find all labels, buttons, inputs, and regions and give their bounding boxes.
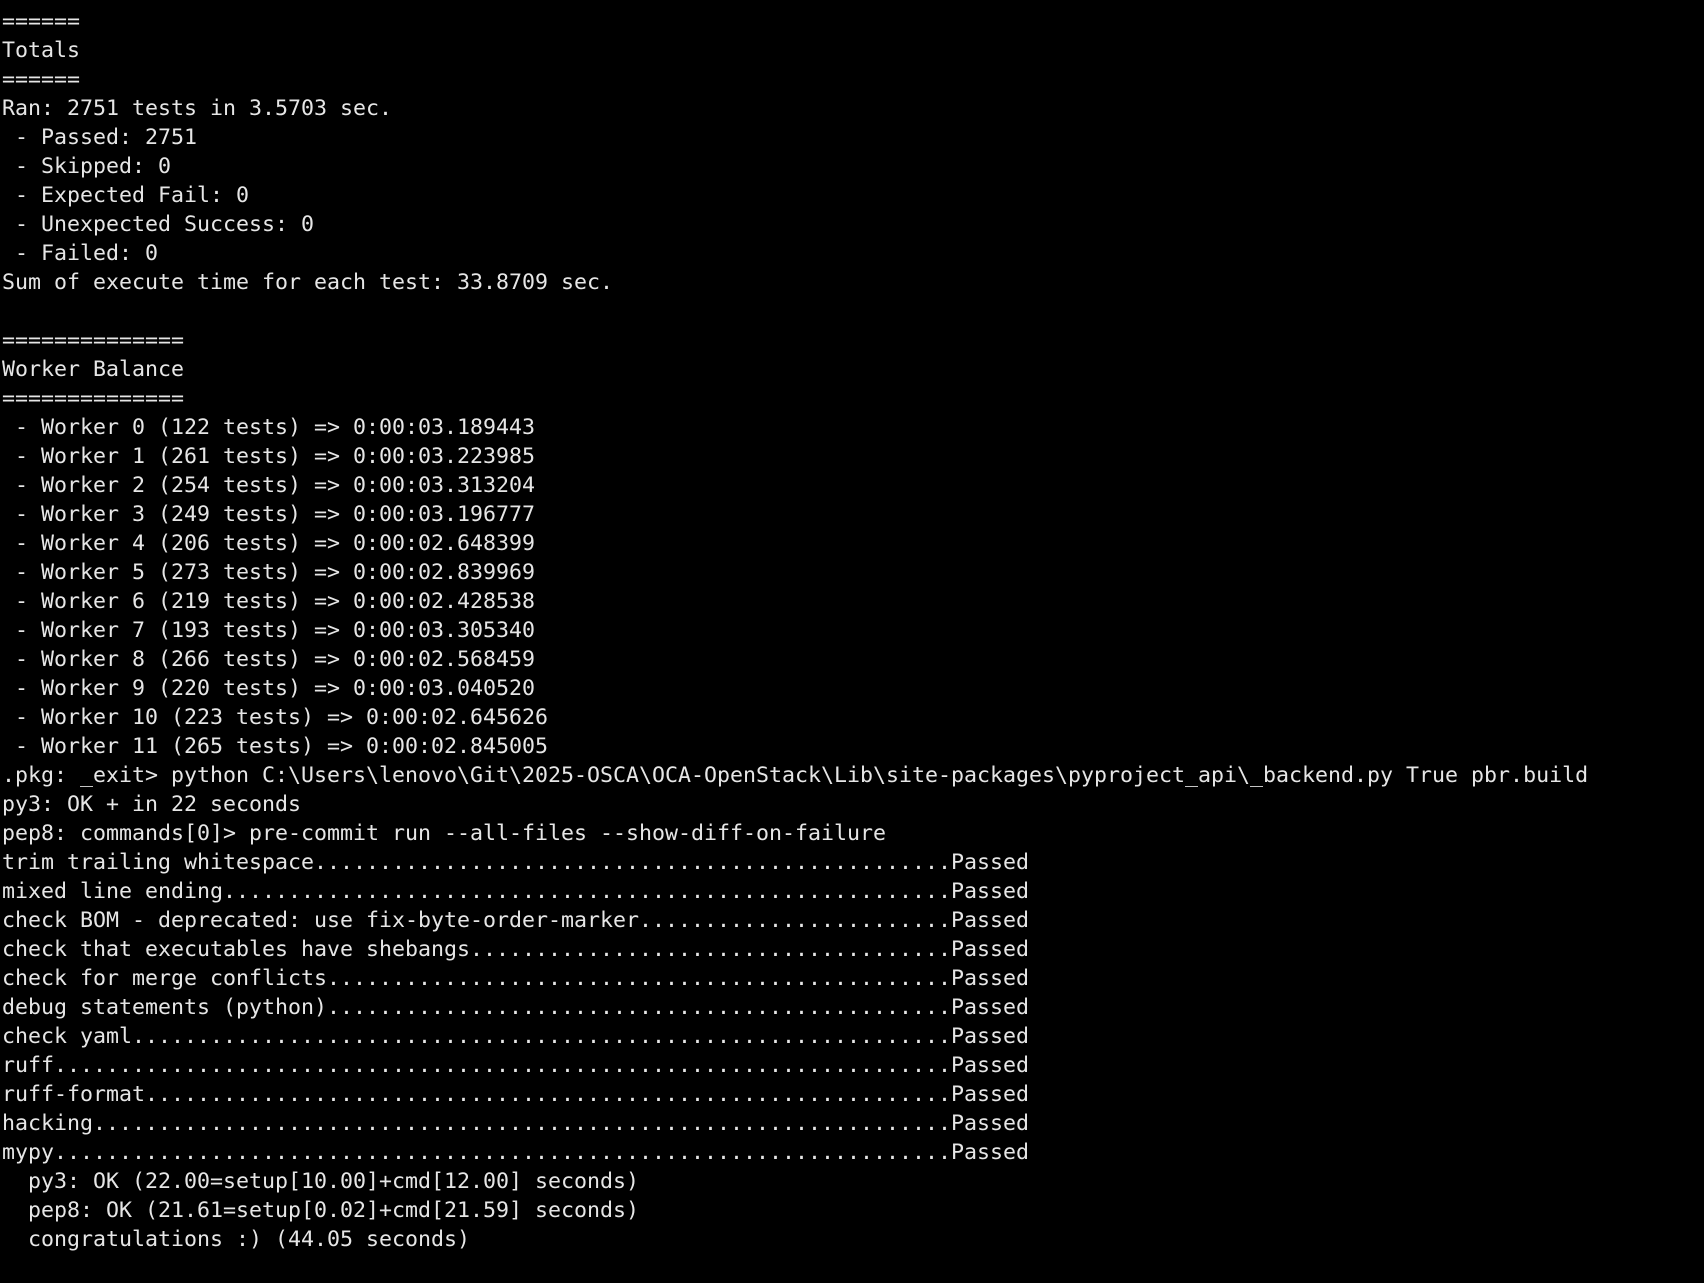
terminal-line: hacking.................................… [2,1111,1030,1136]
terminal-line: py3: OK (22.00=setup[10.00]+cmd[12.00] s… [2,1169,640,1194]
terminal-line: - Worker 3 (249 tests) => 0:00:03.196777 [2,502,536,527]
terminal-line: ruff-format.............................… [2,1082,1030,1107]
terminal-line: check for merge conflicts...............… [2,966,1030,991]
terminal-line: - Worker 6 (219 tests) => 0:00:02.428538 [2,589,536,614]
terminal-line: .pkg: _exit> python C:\Users\lenovo\Git\… [2,763,1589,788]
terminal-line: ====== [2,67,81,92]
terminal-line: - Worker 4 (206 tests) => 0:00:02.648399 [2,531,536,556]
terminal-line: debug statements (python)...............… [2,995,1030,1020]
terminal-line: Ran: 2751 tests in 3.5703 sec. [2,96,393,121]
terminal-line: - Expected Fail: 0 [2,183,250,208]
terminal-line: check that executables have shebangs....… [2,937,1030,962]
terminal-line: ============== [2,328,185,353]
terminal-line: check yaml..............................… [2,1024,1030,1049]
terminal-line: pep8: commands[0]> pre-commit run --all-… [2,821,887,846]
terminal-line: - Worker 8 (266 tests) => 0:00:02.568459 [2,647,536,672]
terminal-line: - Passed: 2751 [2,125,198,150]
terminal-line: - Worker 2 (254 tests) => 0:00:03.313204 [2,473,536,498]
terminal-line: congratulations :) (44.05 seconds) [2,1227,471,1252]
terminal-line: - Skipped: 0 [2,154,172,179]
terminal-line: - Worker 0 (122 tests) => 0:00:03.189443 [2,415,536,440]
terminal-line: - Worker 9 (220 tests) => 0:00:03.040520 [2,676,536,701]
terminal-line: Sum of execute time for each test: 33.87… [2,270,614,295]
terminal-line: mypy....................................… [2,1140,1030,1165]
terminal-output[interactable]: ====== Totals ====== Ran: 2751 tests in … [0,0,1704,1263]
terminal-line: - Failed: 0 [2,241,159,266]
terminal-line: Totals [2,38,81,63]
terminal-line: - Worker 11 (265 tests) => 0:00:02.84500… [2,734,549,759]
terminal-line: trim trailing whitespace................… [2,850,1030,875]
terminal-line: pep8: OK (21.61=setup[0.02]+cmd[21.59] s… [2,1198,640,1223]
terminal-line: - Worker 7 (193 tests) => 0:00:03.305340 [2,618,536,643]
terminal-line: ruff....................................… [2,1053,1030,1078]
terminal-line: ====== [2,9,81,34]
terminal-line: - Worker 5 (273 tests) => 0:00:02.839969 [2,560,536,585]
terminal-line: py3: OK + in 22 seconds [2,792,302,817]
terminal-line: - Unexpected Success: 0 [2,212,315,237]
terminal-line: mixed line ending.......................… [2,879,1030,904]
terminal-line: - Worker 1 (261 tests) => 0:00:03.223985 [2,444,536,469]
terminal-line: check BOM - deprecated: use fix-byte-ord… [2,908,1030,933]
terminal-line: Worker Balance [2,357,185,382]
terminal-line: ============== [2,386,185,411]
terminal-line: - Worker 10 (223 tests) => 0:00:02.64562… [2,705,549,730]
